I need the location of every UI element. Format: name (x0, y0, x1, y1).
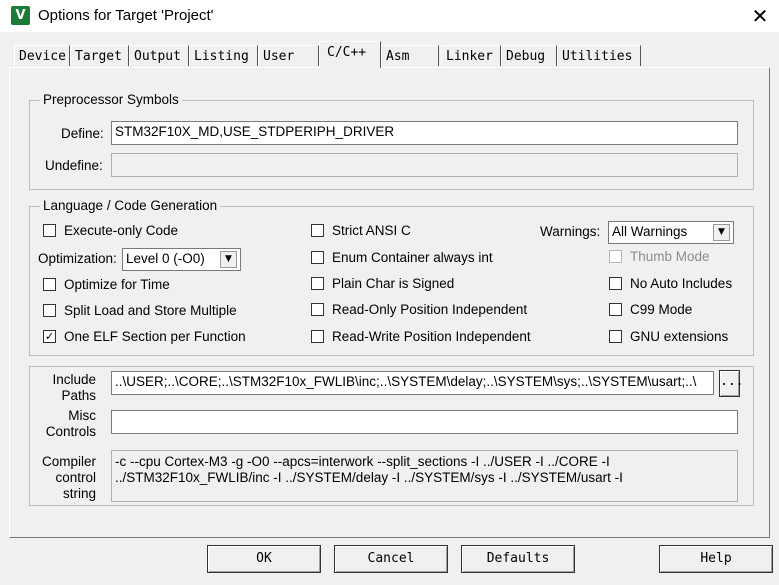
checkmark-icon: ✓ (44, 330, 55, 343)
split-load-label: Split Load and Store Multiple (64, 303, 237, 318)
compiler-string-line1: -c --cpu Cortex-M3 -g -O0 --apcs=interwo… (115, 454, 610, 469)
gnu-extensions-checkbox[interactable] (609, 330, 622, 343)
window-title: Options for Target 'Project' (38, 7, 214, 24)
compiler-label-line2: control (55, 470, 96, 485)
misc-label-line2: Controls (45, 424, 96, 439)
plain-char-label: Plain Char is Signed (332, 276, 455, 291)
c99-mode-label: C99 Mode (630, 302, 693, 317)
misc-controls-input[interactable] (111, 410, 738, 434)
include-paths-label: Include Paths (40, 372, 96, 404)
split-load-checkbox[interactable] (43, 304, 56, 317)
chevron-down-icon[interactable]: ▼ (713, 224, 730, 241)
defaults-button[interactable]: Defaults (461, 545, 575, 573)
strict-ansi-label: Strict ANSI C (332, 223, 411, 238)
ok-button[interactable]: OK (207, 545, 321, 573)
help-button[interactable]: Help (659, 545, 773, 573)
codegen-group-label: Language / Code Generation (40, 198, 221, 213)
tab-utilities[interactable]: Utilities (557, 45, 641, 66)
ro-pi-label: Read-Only Position Independent (332, 302, 528, 317)
define-label: Define: (61, 126, 104, 141)
undefine-label: Undefine: (45, 158, 103, 173)
rw-pi-checkbox[interactable] (311, 330, 324, 343)
compiler-string-line2: ../STM32F10x_FWLIB/inc -I ../SYSTEM/dela… (115, 470, 623, 485)
define-input[interactable]: STM32F10X_MD,USE_STDPERIPH_DRIVER (111, 121, 738, 145)
warnings-label: Warnings: (540, 224, 601, 239)
tab-asm[interactable]: Asm (381, 45, 439, 66)
execute-only-checkbox[interactable] (43, 224, 56, 237)
browse-include-button[interactable]: ... (719, 370, 743, 397)
include-label-line1: Include (52, 372, 96, 387)
enum-container-checkbox[interactable] (311, 251, 324, 264)
rw-pi-label: Read-Write Position Independent (332, 329, 531, 344)
thumb-mode-label: Thumb Mode (630, 249, 710, 264)
gnu-extensions-label: GNU extensions (630, 329, 729, 344)
execute-only-label: Execute-only Code (64, 223, 179, 238)
undefine-input[interactable] (111, 153, 738, 177)
include-label-line2: Paths (61, 388, 96, 403)
ro-pi-checkbox[interactable] (311, 303, 324, 316)
preprocessor-group-label: Preprocessor Symbols (40, 92, 182, 107)
warnings-value: All Warnings (612, 224, 688, 239)
misc-controls-label: Misc Controls (40, 408, 96, 440)
thumb-mode-checkbox[interactable] (609, 250, 622, 263)
tab-c-cpp[interactable]: C/C++ (319, 41, 381, 68)
compiler-label-line3: string (62, 486, 96, 501)
tab-debug[interactable]: Debug (501, 45, 557, 66)
compiler-control-string: -c --cpu Cortex-M3 -g -O0 --apcs=interwo… (111, 450, 738, 502)
tab-linker[interactable]: Linker (441, 45, 501, 66)
no-auto-includes-checkbox[interactable] (609, 277, 622, 290)
strict-ansi-checkbox[interactable] (311, 224, 324, 237)
optimization-label: Optimization: (38, 251, 117, 266)
enum-container-label: Enum Container always int (332, 250, 493, 265)
optimize-time-checkbox[interactable] (43, 278, 56, 291)
misc-label-line1: Misc (68, 408, 96, 423)
tab-device[interactable]: Device (14, 45, 70, 66)
c99-mode-checkbox[interactable] (609, 303, 622, 316)
one-elf-label: One ELF Section per Function (64, 329, 246, 344)
plain-char-checkbox[interactable] (311, 277, 324, 290)
keil-app-icon: V (11, 6, 30, 25)
tab-target[interactable]: Target (70, 45, 129, 66)
no-auto-includes-label: No Auto Includes (630, 276, 733, 291)
close-icon[interactable]: ✕ (745, 2, 775, 30)
optimize-time-label: Optimize for Time (64, 277, 170, 292)
one-elf-checkbox[interactable]: ✓ (43, 330, 56, 343)
compiler-control-label: Compiler control string (40, 454, 96, 502)
tab-user[interactable]: User (258, 45, 319, 66)
chevron-down-icon[interactable]: ▼ (220, 251, 237, 268)
compiler-label-line1: Compiler (41, 454, 96, 469)
optimization-value: Level 0 (-O0) (126, 251, 205, 266)
tab-listing[interactable]: Listing (189, 45, 258, 66)
tab-output[interactable]: Output (129, 45, 189, 66)
cancel-button[interactable]: Cancel (334, 545, 448, 573)
include-paths-input[interactable]: ..\USER;..\CORE;..\STM32F10x_FWLIB\inc;.… (111, 371, 714, 395)
